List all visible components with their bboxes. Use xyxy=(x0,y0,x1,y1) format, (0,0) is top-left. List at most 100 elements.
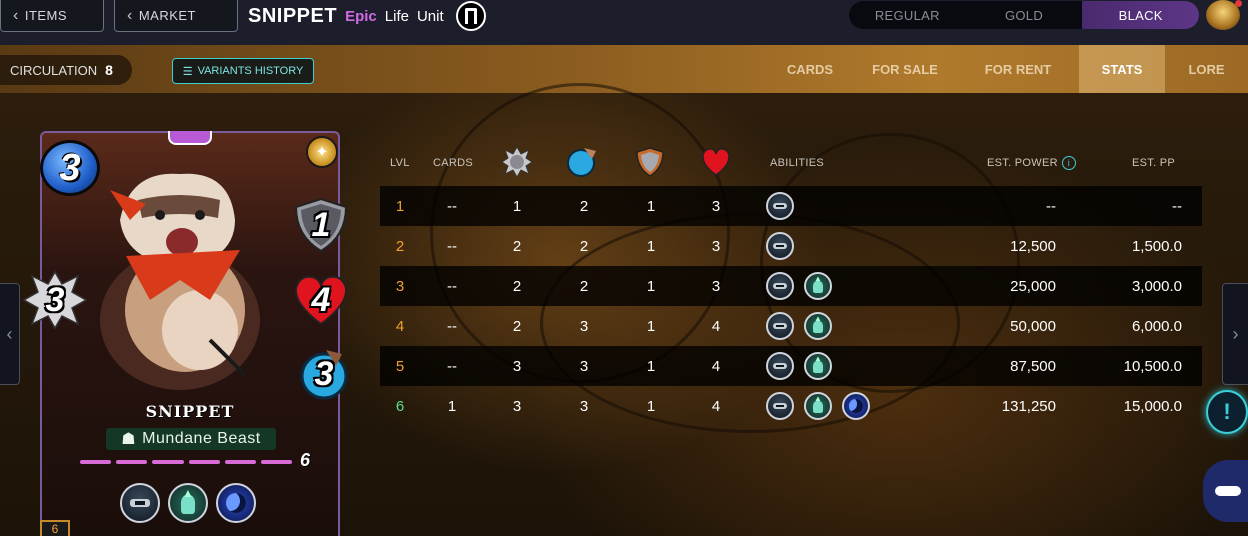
tab-lore[interactable]: LORE xyxy=(1165,45,1248,93)
header-lvl: LVL xyxy=(390,157,410,169)
cell-melee: 3 xyxy=(512,357,522,375)
row-abilities xyxy=(766,312,832,340)
next-card-button[interactable]: › xyxy=(1222,283,1248,385)
tank-icon[interactable] xyxy=(804,392,832,420)
health-value: 4 xyxy=(311,280,331,319)
card-title: SNIPPET Epic Life Unit xyxy=(248,1,486,31)
card-level-badge: 6 xyxy=(40,520,70,536)
armor-value: 1 xyxy=(311,205,331,244)
edition-regular[interactable]: REGULAR xyxy=(849,1,966,29)
health-stat: 4 xyxy=(290,272,352,328)
cell-lvl: 1 xyxy=(395,197,405,215)
alert-icon[interactable]: ! xyxy=(1206,390,1248,434)
cell-cards: -- xyxy=(447,197,457,215)
variants-history-button[interactable]: ☰ VARIANTS HISTORY xyxy=(172,58,314,84)
detail-tabs: CARDS FOR SALE FOR RENT STATS LORE xyxy=(767,45,1248,93)
cell-est-pp: 3,000.0 xyxy=(1131,277,1182,295)
cell-armor: 1 xyxy=(646,197,656,215)
melee-attack-icon xyxy=(501,146,533,178)
edition-gold[interactable]: GOLD xyxy=(966,1,1083,29)
items-back-button[interactable]: ‹ ITEMS xyxy=(0,0,104,32)
market-label: MARKET xyxy=(138,8,196,23)
chat-button[interactable] xyxy=(1203,460,1248,522)
level-progress-bars xyxy=(80,460,293,464)
ninja-icon[interactable] xyxy=(766,312,794,340)
card-name: SNIPPET xyxy=(248,4,338,27)
moon-icon[interactable] xyxy=(216,483,256,523)
tab-for-rent[interactable]: FOR RENT xyxy=(957,45,1079,93)
cell-speed: 2 xyxy=(579,197,589,215)
cell-speed: 2 xyxy=(579,237,589,255)
cell-armor: 1 xyxy=(646,357,656,375)
cell-est-power: 25,000 xyxy=(1010,277,1056,295)
edition-black[interactable]: BLACK xyxy=(1082,1,1199,29)
cell-est-power: 131,250 xyxy=(1001,397,1056,415)
cell-est-pp: 15,000.0 xyxy=(1123,397,1182,415)
cell-est-power: 12,500 xyxy=(1010,237,1056,255)
user-avatar[interactable] xyxy=(1206,0,1242,30)
cell-health: 3 xyxy=(711,277,721,295)
cell-lvl: 5 xyxy=(395,357,405,375)
tab-cards[interactable]: CARDS xyxy=(767,45,853,93)
cell-speed: 3 xyxy=(579,397,589,415)
tab-stats[interactable]: STATS xyxy=(1079,45,1165,93)
cell-armor: 1 xyxy=(646,277,656,295)
card-art-ferret xyxy=(100,173,260,390)
cell-health: 4 xyxy=(711,397,721,415)
ninja-icon[interactable] xyxy=(766,392,794,420)
ninja-icon[interactable] xyxy=(766,352,794,380)
card-abilities xyxy=(120,483,260,525)
market-back-button[interactable]: ‹ MARKET xyxy=(114,0,238,32)
card-type: Unit xyxy=(416,7,444,25)
cell-health: 3 xyxy=(711,197,721,215)
chat-icon xyxy=(1215,486,1241,496)
circulation-value: 8 xyxy=(105,62,113,78)
header-est-pp: EST. PP xyxy=(1132,157,1176,169)
info-icon[interactable]: i xyxy=(1061,156,1076,170)
row-abilities xyxy=(766,232,794,260)
list-icon: ☰ xyxy=(182,65,193,78)
ninja-icon[interactable] xyxy=(120,483,160,523)
cell-est-power: 50,000 xyxy=(1010,317,1056,335)
chevron-left-icon: ‹ xyxy=(127,6,133,24)
cell-melee: 2 xyxy=(512,317,522,335)
cell-armor: 1 xyxy=(646,397,656,415)
tank-icon[interactable] xyxy=(804,312,832,340)
cell-speed: 3 xyxy=(579,317,589,335)
header-abilities: ABILITIES xyxy=(770,157,825,169)
table-row: 5 -- 3 3 1 4 87,500 10,500.0 xyxy=(380,346,1202,386)
cell-speed: 2 xyxy=(579,277,589,295)
sub-bar: CIRCULATION 8 ☰ VARIANTS HISTORY CARDS F… xyxy=(0,45,1248,93)
moon-icon[interactable] xyxy=(842,392,870,420)
tank-icon[interactable] xyxy=(168,483,208,523)
cell-lvl: 3 xyxy=(395,277,405,295)
cell-cards: 1 xyxy=(447,397,457,415)
tank-icon[interactable] xyxy=(804,272,832,300)
cell-cards: -- xyxy=(447,357,457,375)
tab-for-sale[interactable]: FOR SALE xyxy=(853,45,957,93)
cell-melee: 2 xyxy=(512,277,522,295)
circulation-badge: CIRCULATION 8 xyxy=(0,55,132,85)
cell-est-power: 87,500 xyxy=(1010,357,1056,375)
variants-history-label: VARIANTS HISTORY xyxy=(197,65,304,77)
ninja-icon[interactable] xyxy=(766,232,794,260)
table-row: 3 -- 2 2 1 3 25,000 3,000.0 xyxy=(380,266,1202,306)
items-label: ITEMS xyxy=(24,8,68,23)
row-abilities xyxy=(766,352,832,380)
card-element: Life xyxy=(384,7,409,25)
ninja-icon[interactable] xyxy=(766,192,794,220)
cell-est-pp: 1,500.0 xyxy=(1131,237,1182,255)
ninja-icon[interactable] xyxy=(766,272,794,300)
melee-value: 3 xyxy=(45,280,65,319)
row-abilities xyxy=(766,392,870,420)
rarity-gem xyxy=(168,131,212,145)
table-row: 2 -- 2 2 1 3 12,500 1,500.0 xyxy=(380,226,1202,266)
row-abilities xyxy=(766,192,794,220)
cell-health: 3 xyxy=(711,237,721,255)
tank-icon[interactable] xyxy=(804,352,832,380)
card-level: 6 xyxy=(300,450,311,470)
armor-icon xyxy=(636,147,664,177)
previous-card-button[interactable]: ‹ xyxy=(0,283,20,385)
cell-health: 4 xyxy=(711,357,721,375)
melee-stat: 3 xyxy=(22,270,88,330)
